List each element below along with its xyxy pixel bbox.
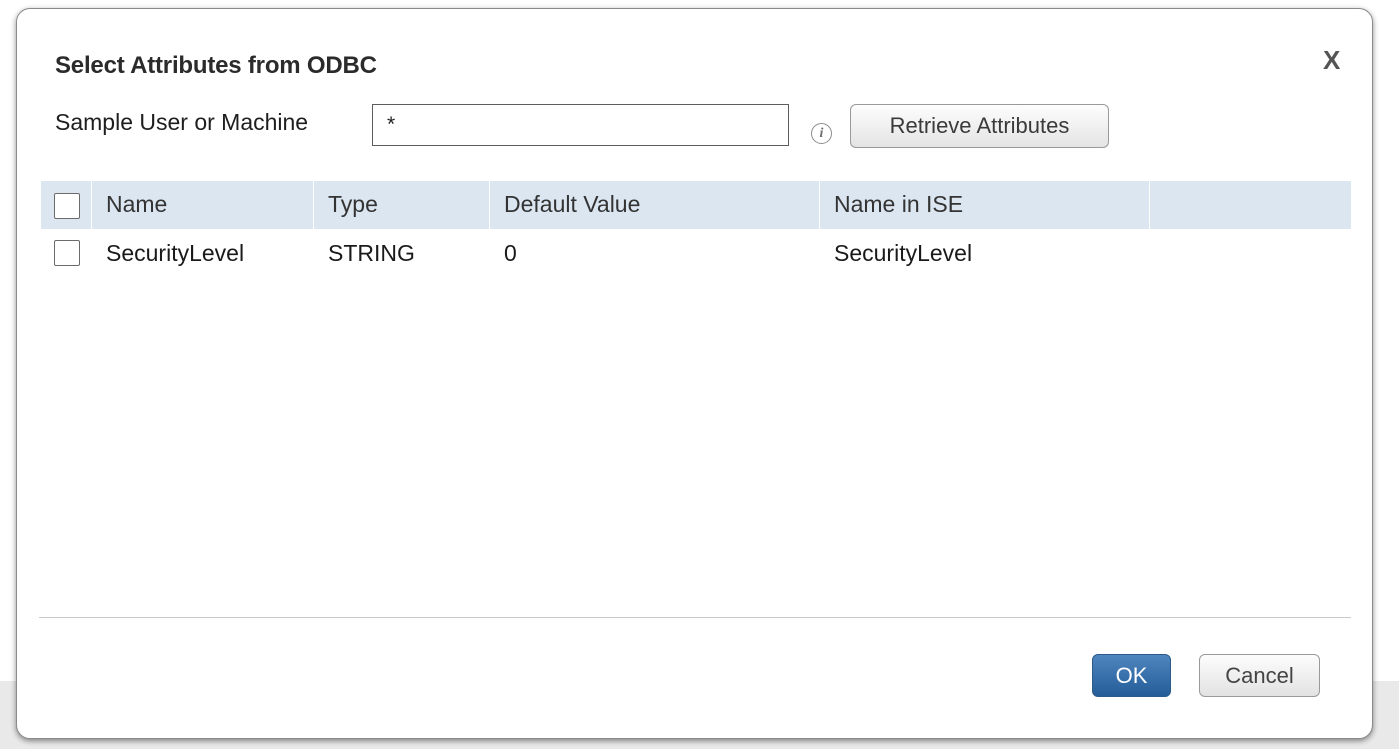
- header-select-cell: [41, 181, 92, 229]
- retrieve-attributes-button[interactable]: Retrieve Attributes: [850, 104, 1109, 148]
- cancel-button[interactable]: Cancel: [1199, 654, 1320, 697]
- cell-default-value: 0: [504, 240, 517, 266]
- info-icon[interactable]: i: [811, 123, 832, 144]
- table-row[interactable]: SecurityLevel STRING 0 SecurityLevel: [41, 231, 1351, 277]
- column-header-empty: [1150, 181, 1351, 229]
- dialog-title: Select Attributes from ODBC: [55, 52, 377, 79]
- column-header-default-value[interactable]: Default Value: [490, 181, 820, 229]
- cell-type: STRING: [328, 240, 415, 266]
- cell-name: SecurityLevel: [106, 240, 245, 266]
- sample-user-input[interactable]: [372, 104, 789, 146]
- column-header-name[interactable]: Name: [92, 181, 314, 229]
- footer-divider: [39, 617, 1351, 618]
- row-checkbox[interactable]: [54, 240, 80, 266]
- close-icon[interactable]: X: [1323, 45, 1340, 76]
- column-header-name-in-ise[interactable]: Name in ISE: [820, 181, 1150, 229]
- select-attributes-dialog: Select Attributes from ODBC X Sample Use…: [16, 8, 1373, 739]
- select-all-checkbox[interactable]: [54, 193, 80, 219]
- sample-user-label: Sample User or Machine: [55, 109, 309, 135]
- ok-button[interactable]: OK: [1092, 654, 1171, 697]
- cell-name-in-ise: SecurityLevel: [834, 240, 973, 266]
- column-header-type[interactable]: Type: [314, 181, 490, 229]
- table-header: Name Type Default Value Name in ISE: [41, 181, 1351, 229]
